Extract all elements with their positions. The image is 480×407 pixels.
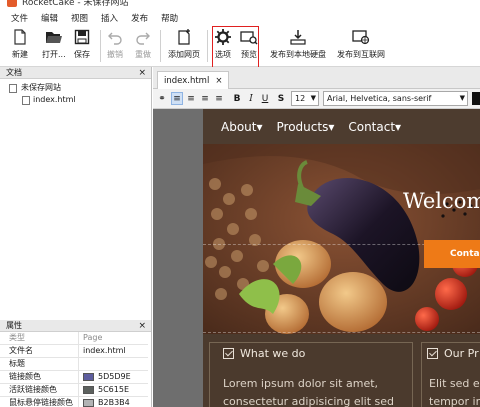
window-title: RocketCake - 未保存网站 [22,0,129,8]
site-features-section: What we do Lorem ipsum dolor sit amet, c… [203,334,480,407]
underline-icon[interactable]: U [259,92,271,105]
site-nav-products[interactable]: Products▾ [277,120,335,134]
tree-item-page[interactable]: index.html [0,94,151,106]
feature-body: Elit sed e [429,377,480,390]
align-left-icon[interactable]: ≡ [171,92,183,105]
add-page-button[interactable]: 添加网页 [168,29,200,60]
menu-edit[interactable]: 编辑 [41,12,58,24]
download-to-disk-icon [290,30,306,45]
site-nav-about[interactable]: About▾ [221,120,263,134]
add-page-icon [178,29,190,45]
chevron-down-icon: ▼ [459,94,465,102]
page-icon [22,96,30,105]
app-logo-icon [7,0,17,7]
properties-table: 类型 Page 文件名 index.html 标题 链接颜色 5D5D9E 活跃… [0,332,148,407]
property-row-type: 类型 Page [0,332,148,345]
menu-bar: 文件 编辑 视图 插入 发布 帮助 [0,11,480,25]
chevron-down-icon: ▼ [310,94,316,102]
close-icon[interactable]: × [138,320,146,332]
open-button[interactable]: 打开... [42,29,66,60]
property-row-filename[interactable]: 文件名 index.html [0,345,148,358]
site-nav-contact[interactable]: Contact▾ [348,120,401,134]
options-button[interactable]: 选项 [215,29,231,60]
redo-button[interactable]: 重做 [135,29,151,60]
align-center-icon[interactable]: ≡ [185,92,197,105]
tree-item-site[interactable]: 未保存网站 [0,82,151,94]
documents-panel-title: 文档 [6,68,22,77]
property-row-hover-link-color[interactable]: 鼠标悬停链接颜色 B2B3B4 [0,397,148,407]
checkbox-icon [427,348,438,359]
main-toolbar: 新建 打开... 保存 撤销 重做 添加网页 选项 预览 发布到本地硬盘 发布到… [0,25,480,67]
feature-body: Lorem ipsum dolor sit amet, [223,377,379,390]
menu-publish[interactable]: 发布 [131,12,148,24]
feature-title: What we do [223,347,305,360]
properties-panel-title: 属性 [6,321,22,330]
color-swatch[interactable] [83,399,94,407]
strikethrough-icon[interactable]: S [275,92,287,105]
new-button[interactable]: 新建 [12,29,28,60]
format-toolbar: ⚭ ≡ ≡ ≡ ≡ B I U S 12 ▼ Arial, Helvetica, … [153,89,480,109]
property-row-link-color[interactable]: 链接颜色 5D5D9E [0,371,148,384]
folder-open-icon [45,32,62,43]
feature-body: tempor inc [429,395,480,407]
toolbar-separator [160,30,161,62]
align-right-icon[interactable]: ≡ [199,92,211,105]
italic-icon[interactable]: I [245,92,257,105]
close-icon[interactable]: × [215,73,222,89]
hero-food-image [203,144,480,334]
properties-panel: 属性 × 类型 Page 文件名 index.html 标题 链接颜色 5D5D… [0,320,152,407]
close-icon[interactable]: × [138,67,146,79]
publish-web-icon [352,30,370,45]
save-disk-icon [74,29,90,45]
menu-view[interactable]: 视图 [71,12,88,24]
feature-title: Our Pr [427,347,479,360]
preview-icon [240,31,258,45]
documents-panel: 文档 × 未保存网站 index.html [0,67,152,320]
menu-insert[interactable]: 插入 [101,12,118,24]
font-size-select[interactable]: 12 ▼ [291,91,319,106]
toolbar-separator [207,30,208,62]
color-swatch[interactable] [83,386,94,394]
hero-contact-button[interactable]: Conta [424,240,480,268]
guide-line [203,332,480,333]
menu-help[interactable]: 帮助 [161,12,178,24]
gear-icon [215,29,231,45]
menu-file[interactable]: 文件 [11,12,28,24]
site-icon [9,84,17,93]
site-navbar: About▾ Products▾ Contact▾ [203,109,480,144]
property-row-active-link-color[interactable]: 活跃链接颜色 5C615E [0,384,148,397]
bold-icon[interactable]: B [231,92,243,105]
tree-item-site-label: 未保存网站 [21,83,61,92]
tab-index-html[interactable]: index.html × [157,71,230,89]
save-button[interactable]: 保存 [74,29,90,60]
preview-button[interactable]: 预览 [240,29,258,60]
undo-icon [108,32,122,45]
site-hero-banner: Welcom Conta [203,144,480,334]
property-row-title[interactable]: 标题 [0,358,148,371]
tree-item-page-label: index.html [33,95,76,104]
color-swatch[interactable] [83,373,94,381]
publish-web-button[interactable]: 发布到互联网 [337,29,385,60]
new-document-icon [14,29,26,45]
feature-body: consectetur adipisicing elit sed [223,395,395,407]
documents-panel-header: 文档 × [0,67,151,79]
redo-icon [136,32,150,45]
document-tab-bar: index.html × [153,67,480,89]
editor-area: index.html × ⚭ ≡ ≡ ≡ ≡ B I U S 12 ▼ Arial… [153,67,480,407]
undo-button[interactable]: 撤销 [107,29,123,60]
site-preview-page: About▾ Products▾ Contact▾ Welcom Conta W… [203,109,480,407]
toolbar-separator [100,30,101,62]
publish-local-button[interactable]: 发布到本地硬盘 [270,29,326,60]
link-icon[interactable]: ⚭ [156,92,168,105]
properties-panel-header: 属性 × [0,320,151,332]
title-bar: RocketCake - 未保存网站 [0,0,480,11]
hero-title: Welcom [403,189,480,213]
checkbox-icon [223,348,234,359]
align-justify-icon[interactable]: ≡ [213,92,225,105]
design-canvas: About▾ Products▾ Contact▾ Welcom Conta W… [153,109,480,407]
text-color-picker[interactable] [472,92,480,105]
tab-label: index.html [164,75,210,86]
font-family-select[interactable]: Arial, Helvetica, sans-serif ▼ [323,91,468,106]
